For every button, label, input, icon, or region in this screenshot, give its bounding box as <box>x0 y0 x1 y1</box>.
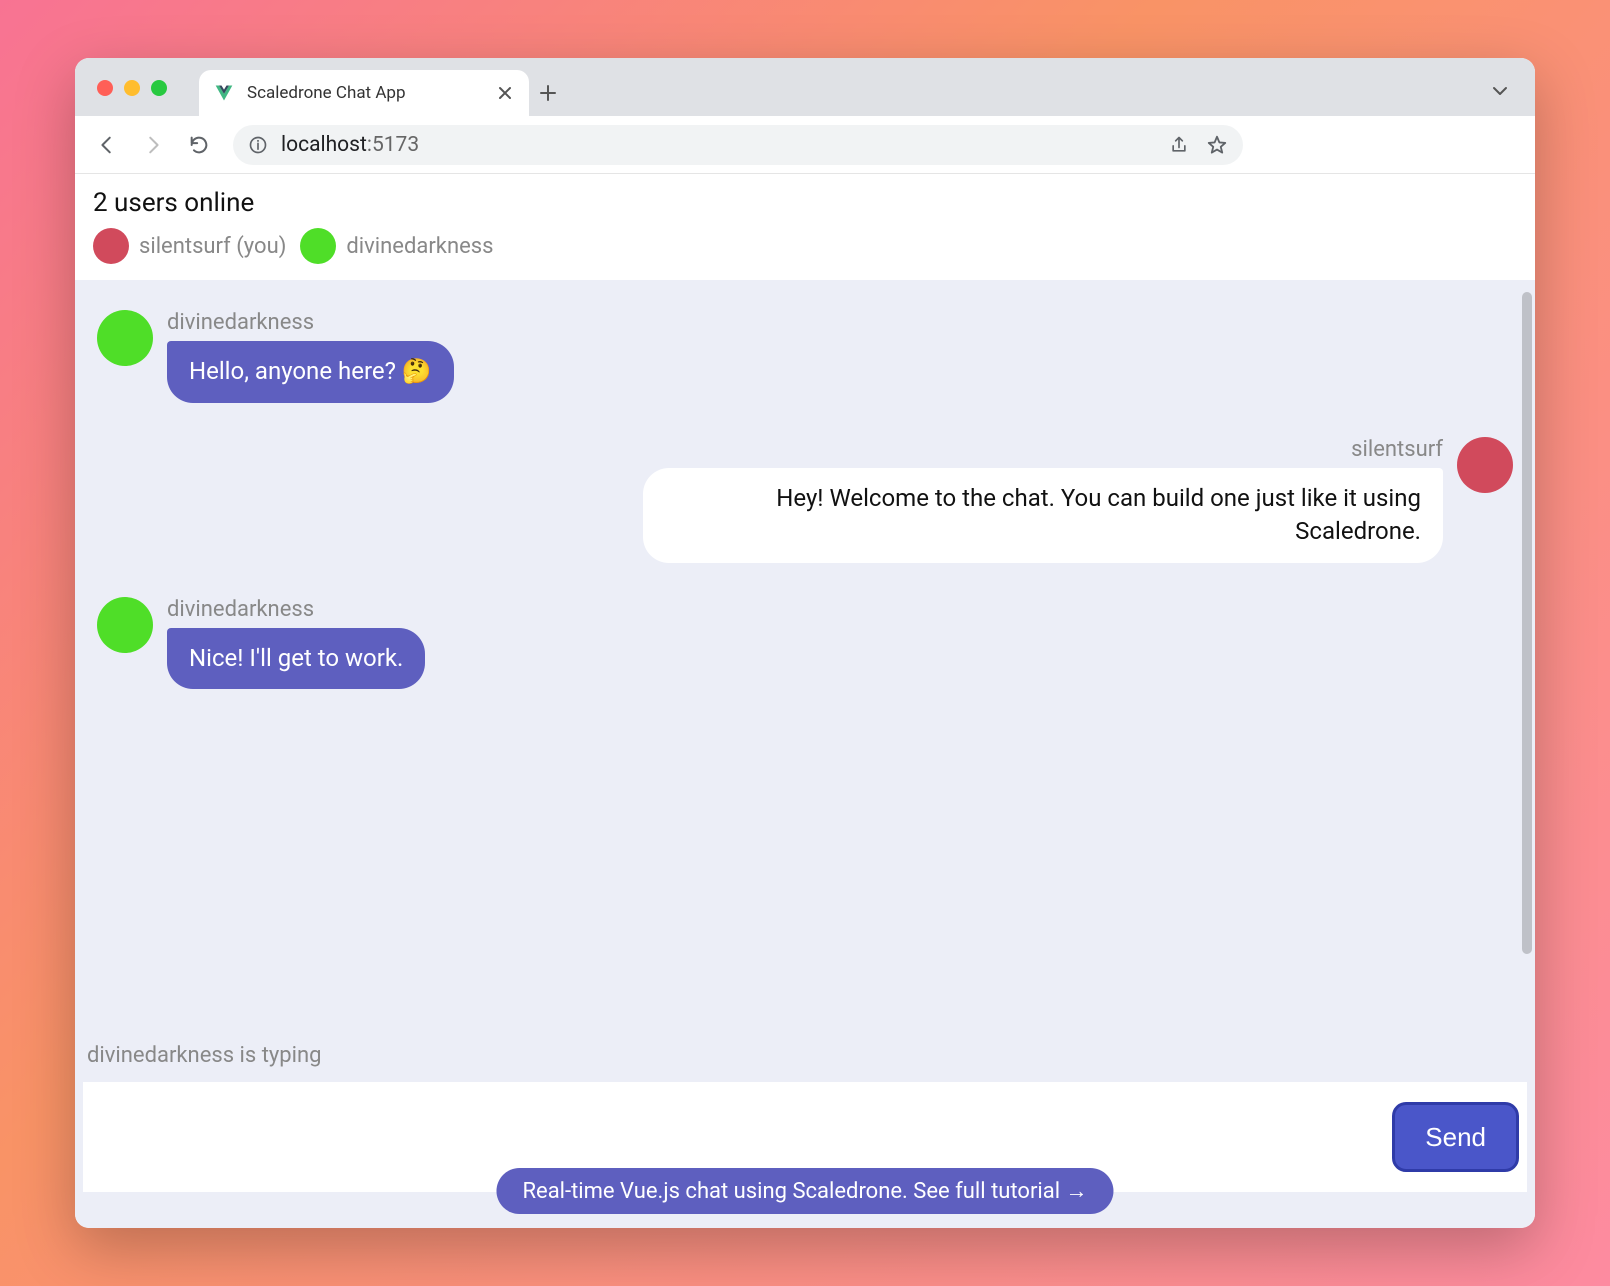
message-bubble: Hey! Welcome to the chat. You can build … <box>643 468 1443 563</box>
message-avatar <box>1457 437 1513 493</box>
message-row: divinedarkness Hello, anyone here? 🤔 <box>97 310 1513 403</box>
window-close-button[interactable] <box>97 80 113 96</box>
user-avatar <box>93 228 129 264</box>
site-info-icon[interactable] <box>247 134 269 156</box>
new-tab-button[interactable] <box>529 70 567 116</box>
user-name-label: divinedarkness <box>346 234 493 259</box>
back-button[interactable] <box>89 127 125 163</box>
online-count-label: 2 users online <box>93 188 1517 218</box>
user-chip: silentsurf (you) <box>93 228 286 264</box>
browser-tab[interactable]: Scaledrone Chat App <box>199 70 529 116</box>
message-author: divinedarkness <box>167 597 425 622</box>
browser-window: Scaledrone Chat App localhost:5173 <box>75 58 1535 1228</box>
message-author: silentsurf <box>1351 437 1443 462</box>
tab-title: Scaledrone Chat App <box>247 83 483 103</box>
users-list: silentsurf (you) divinedarkness <box>93 228 1517 264</box>
tab-bar: Scaledrone Chat App <box>75 58 1535 116</box>
send-button[interactable]: Send <box>1392 1102 1519 1172</box>
bookmark-star-icon[interactable] <box>1205 133 1229 157</box>
vue-favicon-icon <box>213 82 235 104</box>
message-avatar <box>97 597 153 653</box>
page-content: 2 users online silentsurf (you) divinedar… <box>75 174 1535 1228</box>
message-avatar <box>97 310 153 366</box>
reload-button[interactable] <box>181 127 217 163</box>
user-chip: divinedarkness <box>300 228 493 264</box>
message-content: silentsurf Hey! Welcome to the chat. You … <box>643 437 1443 563</box>
user-avatar <box>300 228 336 264</box>
messages-list[interactable]: divinedarkness Hello, anyone here? 🤔 silen… <box>75 280 1535 1043</box>
message-author: divinedarkness <box>167 310 454 335</box>
window-maximize-button[interactable] <box>151 80 167 96</box>
users-panel: 2 users online silentsurf (you) divinedar… <box>75 174 1535 280</box>
message-row: divinedarkness Nice! I'll get to work. <box>97 597 1513 690</box>
scrollbar[interactable] <box>1522 292 1532 1028</box>
window-controls <box>97 80 167 96</box>
forward-button[interactable] <box>135 127 171 163</box>
scrollbar-thumb[interactable] <box>1522 292 1532 954</box>
url-text: localhost:5173 <box>281 133 419 157</box>
message-bubble: Hello, anyone here? 🤔 <box>167 341 454 403</box>
address-bar[interactable]: localhost:5173 <box>233 125 1243 165</box>
tab-close-button[interactable] <box>495 83 515 103</box>
message-content: divinedarkness Nice! I'll get to work. <box>167 597 425 690</box>
window-minimize-button[interactable] <box>124 80 140 96</box>
tutorial-link[interactable]: Real-time Vue.js chat using Scaledrone. … <box>496 1168 1113 1214</box>
message-bubble: Nice! I'll get to work. <box>167 628 425 690</box>
user-name-label: silentsurf (you) <box>139 234 286 259</box>
toolbar: localhost:5173 <box>75 116 1535 174</box>
share-icon[interactable] <box>1167 133 1191 157</box>
tabs-menu-button[interactable] <box>1485 76 1515 106</box>
typing-indicator: divinedarkness is typing <box>83 1043 1527 1082</box>
message-row: silentsurf Hey! Welcome to the chat. You … <box>97 437 1513 563</box>
message-content: divinedarkness Hello, anyone here? 🤔 <box>167 310 454 403</box>
